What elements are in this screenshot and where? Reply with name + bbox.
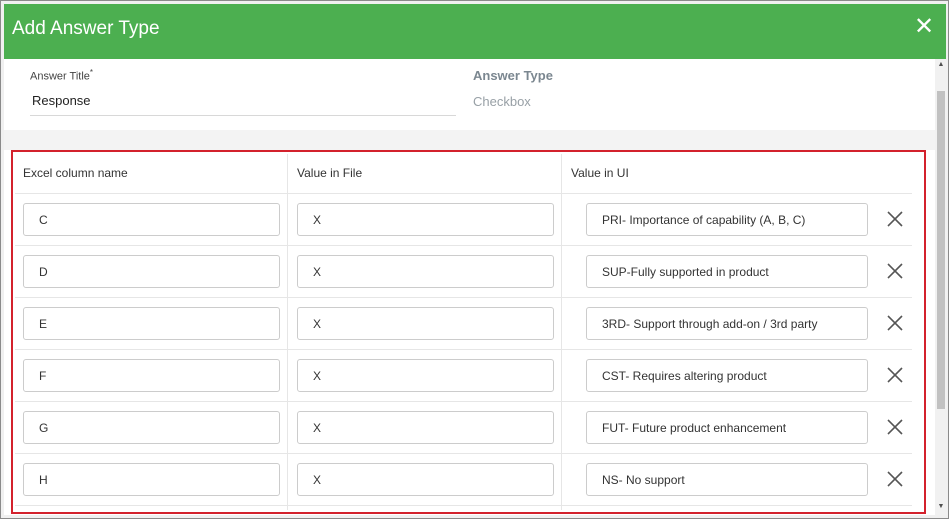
value-in-file-input[interactable]: X — [297, 463, 554, 496]
table-row: D X SUP-Fully supported in product — [15, 246, 912, 298]
remove-row-x-icon[interactable] — [886, 418, 904, 436]
excel-column-input[interactable]: E — [23, 307, 280, 340]
value-in-file-input[interactable]: X — [297, 359, 554, 392]
close-icon[interactable]: ✕ — [912, 15, 936, 39]
table-row: E X 3RD- Support through add-on / 3rd pa… — [15, 298, 912, 350]
remove-row-x-icon[interactable] — [886, 262, 904, 280]
answer-title-label: Answer Title* — [30, 68, 94, 83]
value-in-ui-input[interactable]: NS- No support — [586, 463, 868, 496]
excel-column-input[interactable]: F — [23, 359, 280, 392]
value-in-ui-input[interactable]: PRI- Importance of capability (A, B, C) — [586, 203, 868, 236]
header-value-in-file: Value in File — [297, 166, 363, 180]
answer-type-value: Checkbox — [473, 94, 531, 109]
value-in-file-input[interactable]: X — [297, 255, 554, 288]
mapping-grid: Excel column name Value in File Value in… — [15, 154, 912, 510]
vertical-scrollbar[interactable]: ▲ ▼ — [935, 59, 947, 515]
scroll-down-arrow-icon[interactable]: ▼ — [937, 503, 945, 511]
remove-row-x-icon[interactable] — [886, 366, 904, 384]
answer-title-underline — [30, 115, 456, 116]
remove-row-x-icon[interactable] — [886, 210, 904, 228]
dialog-content: Answer Title* Response Answer Type Check… — [4, 59, 935, 515]
excel-column-input[interactable]: D — [23, 255, 280, 288]
add-answer-type-dialog: Add Answer Type ✕ Answer Title* Response… — [0, 0, 949, 519]
value-in-file-input[interactable]: X — [297, 203, 554, 236]
table-row: C X PRI- Importance of capability (A, B,… — [15, 194, 912, 246]
answer-title-input[interactable]: Response — [32, 93, 91, 108]
table-row: F X CST- Requires altering product — [15, 350, 912, 402]
excel-column-input[interactable]: H — [23, 463, 280, 496]
table-row: H X NS- No support — [15, 454, 912, 506]
header-value-in-ui: Value in UI — [571, 166, 629, 180]
value-in-ui-input[interactable]: FUT- Future product enhancement — [586, 411, 868, 444]
remove-row-x-icon[interactable] — [886, 470, 904, 488]
dialog-header: Add Answer Type ✕ — [4, 4, 946, 59]
value-in-file-input[interactable]: X — [297, 307, 554, 340]
value-in-ui-input[interactable]: SUP-Fully supported in product — [586, 255, 868, 288]
scrollbar-thumb[interactable] — [937, 91, 945, 409]
header-excel-column: Excel column name — [23, 166, 128, 180]
section-divider — [4, 130, 935, 150]
value-in-ui-input[interactable]: 3RD- Support through add-on / 3rd party — [586, 307, 868, 340]
remove-row-x-icon[interactable] — [886, 314, 904, 332]
scroll-up-arrow-icon[interactable]: ▲ — [937, 61, 945, 69]
mapping-table: Excel column name Value in File Value in… — [11, 150, 926, 514]
table-row: G X FUT- Future product enhancement — [15, 402, 912, 454]
dialog-title: Add Answer Type — [12, 18, 160, 39]
value-in-ui-input[interactable]: CST- Requires altering product — [586, 359, 868, 392]
excel-column-input[interactable]: G — [23, 411, 280, 444]
answer-type-label: Answer Type — [473, 68, 553, 83]
value-in-file-input[interactable]: X — [297, 411, 554, 444]
required-mark: * — [89, 68, 94, 77]
excel-column-input[interactable]: C — [23, 203, 280, 236]
table-header: Excel column name Value in File Value in… — [15, 154, 912, 194]
